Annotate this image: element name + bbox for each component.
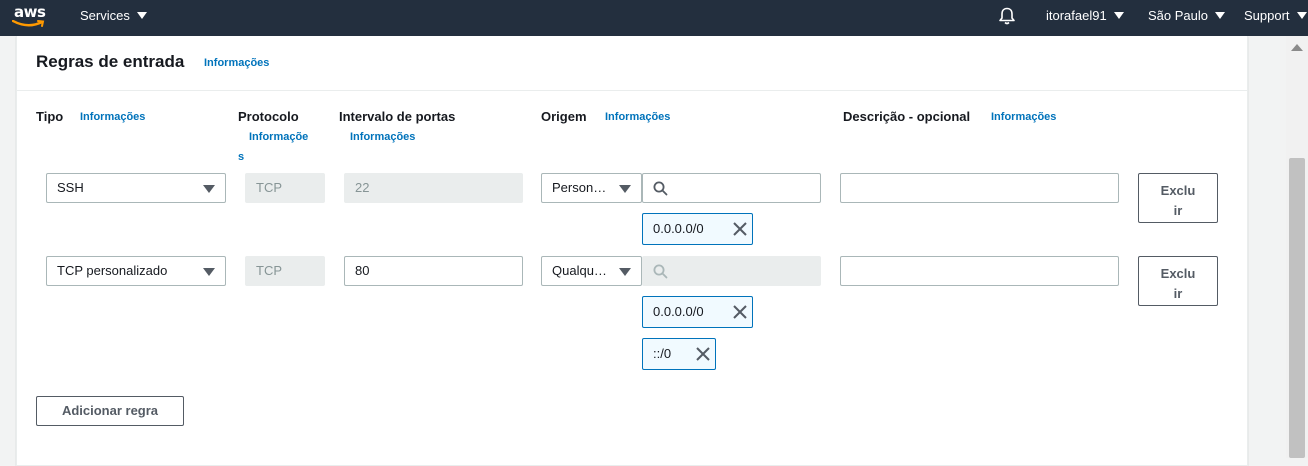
rule-1-tipo-select[interactable]: SSH <box>46 173 226 203</box>
tipo-info-link[interactable]: Informações <box>80 111 145 123</box>
col-origem: Origem <box>541 109 587 124</box>
rule-2-tipo-value: TCP personalizado <box>57 263 168 278</box>
chevron-down-icon <box>136 12 147 20</box>
user-menu[interactable]: itorafael91 <box>1046 0 1124 36</box>
section-info-link[interactable]: Informações <box>204 57 269 69</box>
scrollbar-thumb[interactable] <box>1289 158 1305 458</box>
caret-down-icon <box>619 185 631 193</box>
rule-1-origem-value: Person… <box>552 180 607 195</box>
support-label: Support <box>1244 8 1290 23</box>
rule-1-cidr-search-input[interactable] <box>642 173 821 203</box>
protocolo-info-link[interactable]: Informaçõe <box>249 131 308 143</box>
portas-info-link[interactable]: Informações <box>350 131 415 143</box>
services-label: Services <box>80 8 130 23</box>
panel-header: Regras de entrada Informações <box>17 36 1247 91</box>
section-title: Regras de entrada <box>36 52 185 71</box>
search-icon <box>653 264 668 279</box>
inbound-rules-panel: Regras de entrada Informações Tipo Infor… <box>16 36 1248 466</box>
rule-1-delete-button[interactable]: Exclu ir <box>1138 173 1218 223</box>
col-descricao: Descrição - opcional <box>843 109 971 124</box>
rule-1-tipo-value: SSH <box>57 180 84 195</box>
rule-2-cidr-search-input <box>642 256 821 286</box>
rule-2-origem-value: Qualqu… <box>552 263 607 278</box>
add-rule-button[interactable]: Adicionar regra <box>36 396 184 426</box>
origem-info-link[interactable]: Informações <box>605 111 670 123</box>
close-icon[interactable] <box>731 220 749 238</box>
rule-1-origem-select[interactable]: Person… <box>541 173 642 203</box>
col-intervalo-portas: Intervalo de portas <box>339 109 456 124</box>
delete-label-line-1: Exclu <box>1160 266 1196 281</box>
descricao-info-link[interactable]: Informações <box>991 111 1056 123</box>
top-navigation: aws Services itorafael91 São Paulo Suppo… <box>0 0 1308 36</box>
rule-1-cidr-token: 0.0.0.0/0 <box>642 213 753 245</box>
aws-smile-icon <box>12 20 45 27</box>
rule-2-origem-select[interactable]: Qualqu… <box>541 256 642 286</box>
rule-1-descricao-input[interactable] <box>840 173 1119 203</box>
caret-down-icon <box>619 268 631 276</box>
user-name: itorafael91 <box>1046 8 1107 23</box>
support-menu[interactable]: Support <box>1244 0 1307 36</box>
token-value: 0.0.0.0/0 <box>653 304 704 319</box>
search-icon <box>653 181 668 196</box>
chevron-down-icon <box>1113 12 1124 20</box>
token-value: 0.0.0.0/0 <box>653 221 704 236</box>
page-scrollbar[interactable] <box>1286 36 1308 458</box>
close-icon[interactable] <box>731 303 749 321</box>
rule-2-cidr-token-ipv4: 0.0.0.0/0 <box>642 296 753 328</box>
caret-down-icon <box>203 268 215 276</box>
col-protocolo: Protocolo <box>238 109 299 124</box>
rule-2-portas-input[interactable]: 80 <box>344 256 523 286</box>
chevron-down-icon <box>1296 12 1307 20</box>
rule-2-descricao-input[interactable] <box>840 256 1119 286</box>
rule-2-protocolo-input: TCP <box>245 256 325 286</box>
services-menu[interactable]: Services <box>80 0 147 36</box>
region-menu[interactable]: São Paulo <box>1148 0 1225 36</box>
delete-label-line-2: ir <box>1173 286 1183 301</box>
delete-label-line-2: ir <box>1173 203 1183 218</box>
region-name: São Paulo <box>1148 8 1208 23</box>
aws-logo[interactable]: aws <box>12 2 48 32</box>
rule-1-portas-input: 22 <box>344 173 523 203</box>
token-value: ::/0 <box>653 346 672 361</box>
delete-label-line-1: Exclu <box>1160 183 1196 198</box>
col-tipo: Tipo <box>36 109 64 124</box>
close-icon[interactable] <box>694 345 712 363</box>
protocolo-info-link-wrap[interactable]: s <box>238 151 244 163</box>
rule-2-cidr-token-ipv6: ::/0 <box>642 338 716 370</box>
rule-2-tipo-select[interactable]: TCP personalizado <box>46 256 226 286</box>
scroll-up-icon[interactable] <box>1291 44 1303 51</box>
chevron-down-icon <box>1215 12 1225 20</box>
rule-2-delete-button[interactable]: Exclu ir <box>1138 256 1218 306</box>
bell-icon <box>999 7 1015 25</box>
aws-logo-text: aws <box>14 3 46 21</box>
rule-1-protocolo-input: TCP <box>245 173 325 203</box>
caret-down-icon <box>203 185 215 193</box>
notifications-bell[interactable] <box>997 6 1017 28</box>
